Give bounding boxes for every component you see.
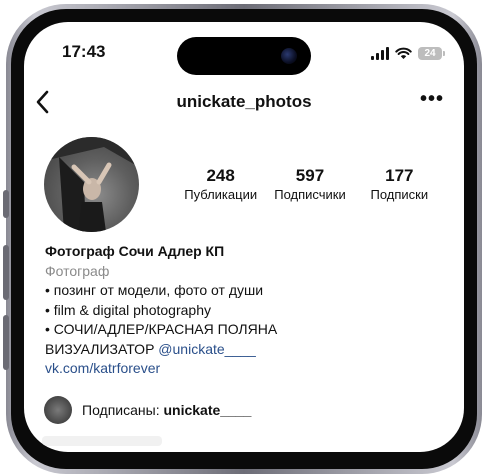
profile-header: unickate_photos ••• bbox=[24, 88, 464, 118]
bio-visualizer-line: ВИЗУАЛИЗАТОР @unickate____ bbox=[45, 340, 445, 360]
bio-mention-link[interactable]: @unickate____ bbox=[158, 341, 256, 357]
bio-visualizer-text: ВИЗУАЛИЗАТОР bbox=[45, 340, 159, 357]
profile-username: unickate_photos bbox=[176, 92, 312, 111]
bio-line: • позинг от модели, фото от души bbox=[45, 282, 264, 298]
bio-line: • СОЧИ/АДЛЕР/КРАСНАЯ ПОЛЯНА bbox=[45, 321, 278, 337]
phone-side-button bbox=[3, 315, 9, 370]
followed-by-account: unickate____ bbox=[163, 402, 252, 418]
status-time: 17:43 bbox=[62, 42, 106, 61]
profile-avatar[interactable] bbox=[44, 137, 139, 232]
stat-following-label: Подписки bbox=[370, 187, 429, 202]
signal-icon bbox=[371, 46, 389, 60]
profile-display-name: Фотограф Сочи Адлер КП bbox=[45, 243, 225, 259]
dynamic-island bbox=[177, 37, 311, 75]
wifi-icon bbox=[395, 47, 412, 59]
stat-following[interactable]: 177 Подписки bbox=[355, 166, 444, 204]
profile-bio: Фотограф Сочи Адлер КП Фотограф • позинг… bbox=[45, 242, 445, 379]
followed-by-row[interactable]: Подписаны: unickate____ bbox=[44, 396, 251, 424]
phone-side-button bbox=[3, 245, 9, 300]
avatar-photo bbox=[44, 137, 139, 232]
followed-by-prefix: Подписаны: bbox=[82, 402, 164, 418]
stat-following-value: 177 bbox=[385, 166, 414, 185]
bio-line: • film & digital photography bbox=[45, 301, 211, 318]
more-options-icon[interactable]: ••• bbox=[420, 88, 444, 111]
stat-followers-label: Подписчики bbox=[274, 187, 346, 202]
profile-category: Фотограф bbox=[45, 262, 110, 279]
followed-by-text: Подписаны: unickate____ bbox=[82, 402, 251, 418]
stat-followers-value: 597 bbox=[295, 166, 325, 185]
stat-followers[interactable]: 597 Подписчики bbox=[265, 166, 354, 204]
follower-avatar bbox=[44, 396, 72, 424]
profile-stats: 248 Публикации 597 Подписчики 177 Подпис… bbox=[176, 166, 444, 204]
phone-side-button bbox=[3, 190, 9, 218]
stat-posts-value: 248 bbox=[206, 166, 235, 185]
profile-website-link[interactable]: vk.com/katrforever bbox=[45, 359, 445, 379]
phone-screen: 17:43 24 unickate_photos ••• 248 Публика… bbox=[24, 22, 464, 452]
camera-icon bbox=[281, 48, 297, 64]
stat-posts[interactable]: 248 Публикации bbox=[176, 166, 265, 204]
battery-icon: 24 bbox=[418, 46, 445, 60]
action-button-partial[interactable] bbox=[42, 436, 162, 446]
stat-posts-label: Публикации bbox=[184, 187, 258, 202]
status-indicators: 24 bbox=[371, 43, 445, 63]
